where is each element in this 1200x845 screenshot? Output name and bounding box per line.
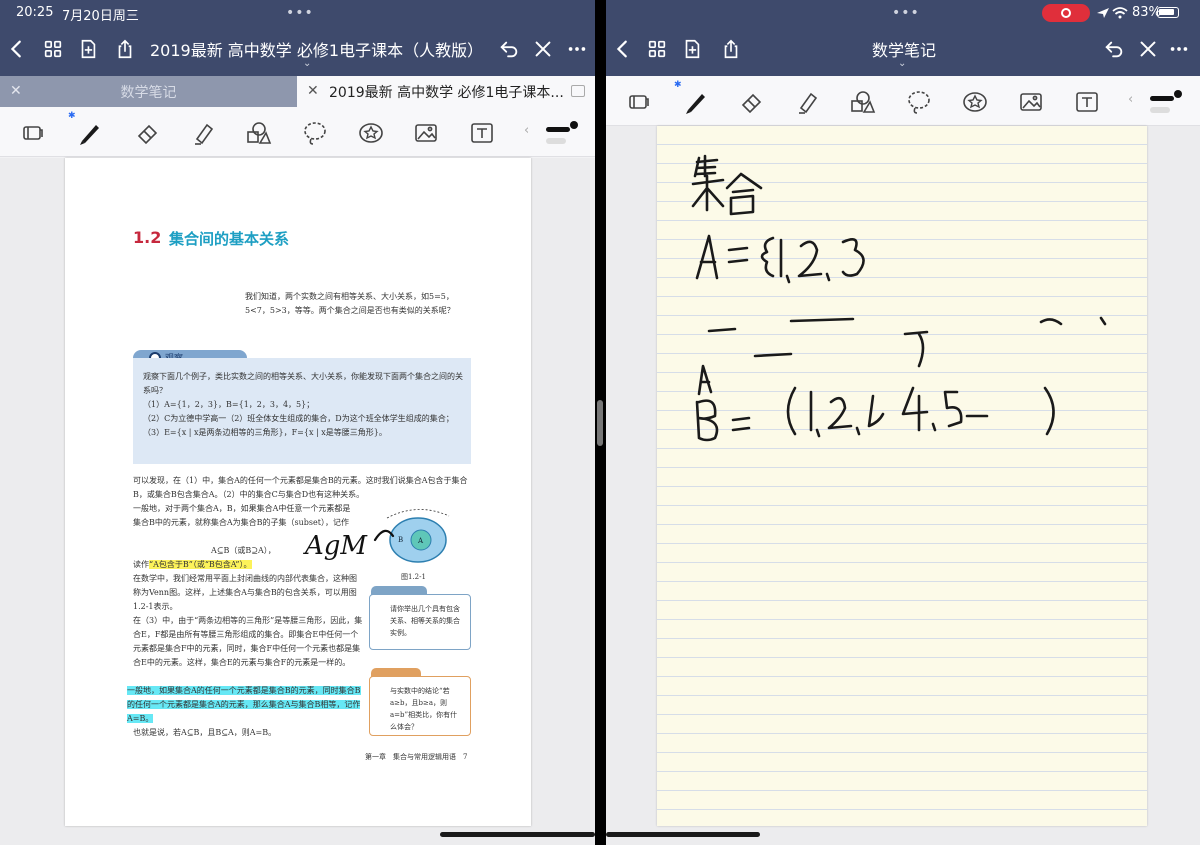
lasso-icon[interactable]	[300, 119, 330, 147]
section-title: 集合间的基本关系	[169, 230, 290, 248]
left-tool-bar: ✱ ‹	[0, 107, 595, 157]
observe-line: （1）A={1，2，3}，B={1，2，3，4，5}；	[143, 400, 315, 409]
eraser-icon[interactable]	[737, 88, 767, 116]
more-icon[interactable]	[564, 36, 590, 62]
observe-line: （2）C为立德中学高一（2）班全体女生组成的集合，D为这个班全体学生组成的集合；	[143, 414, 454, 423]
tab-split-icon[interactable]	[571, 85, 585, 97]
side-note-box: 与实数中的结论“若a≥b，且b≥a，则a=b”相类比，你有什么体会？	[369, 676, 471, 736]
observe-text: 观察下面几个例子，类比实数之间的相等关系、大小关系，你能发现下面两个集合之间的关…	[143, 370, 465, 440]
page-view-icon[interactable]	[624, 88, 654, 116]
right-navbar: ••• 83% 数学笔记 ⌄	[606, 0, 1200, 76]
section-number: 1.2	[133, 228, 162, 247]
subset-formula: A⊆B（或B⊇A），	[211, 546, 276, 555]
textbook-page[interactable]: 1.2 集合间的基本关系 我们知道，两个实数之间有相等关系、大小关系，如5=5，…	[65, 158, 531, 826]
wifi-icon	[1112, 7, 1128, 19]
location-icon	[1097, 8, 1109, 18]
split-grip-icon[interactable]	[597, 400, 603, 446]
equality-highlight: 一般地，如果集合A的任何一个元素都是集合B的元素，同时集合B的任何一个元素都是集…	[127, 686, 361, 723]
title-chevron-down-icon[interactable]: ⌄	[303, 58, 311, 69]
right-tool-bar: ✱ ‹	[606, 76, 1200, 126]
handwritten-strokes[interactable]	[657, 126, 1147, 466]
close-icon[interactable]	[530, 36, 556, 62]
undo-icon[interactable]	[496, 36, 522, 62]
battery-fill	[1159, 9, 1174, 15]
chevron-left-icon[interactable]: ‹	[524, 123, 529, 138]
page-view-icon[interactable]	[18, 119, 48, 147]
pen-icon[interactable]	[75, 119, 105, 147]
observe-line: （3）E={x | x是两条边相等的三角形}，F={x | x是等腰三角形}。	[143, 428, 387, 437]
grid-icon[interactable]	[644, 36, 670, 62]
undo-icon[interactable]	[1101, 36, 1127, 62]
tab-close-icon[interactable]: ✕	[307, 83, 319, 99]
lasso-icon[interactable]	[904, 88, 934, 116]
document-title[interactable]: 2019最新 高中数学 必修1电子课本（人教版）	[150, 37, 483, 61]
paragraph-3: 在数学中，我们经常用平面上封闭曲线的内部代表集合，这种图称为Venn图。这样，上…	[133, 574, 357, 611]
image-icon[interactable]	[411, 119, 441, 147]
add-page-icon[interactable]	[75, 36, 101, 62]
paragraph-1: 可以发现，在（1）中，集合A的任何一个元素都是集合B的元素。这时我们说集合A包含…	[133, 476, 468, 499]
multitask-dots-icon[interactable]: •••	[892, 5, 920, 21]
grid-icon[interactable]	[40, 36, 66, 62]
status-bar: ••• 83%	[606, 0, 1200, 26]
record-dot	[1061, 8, 1071, 18]
right-pane: ••• 83% 数学笔记 ⌄ ✱ ‹	[606, 0, 1200, 845]
left-navbar: 20:25 7月20日周三 ••• 2019最新 高中数学 必修1电子课本（人教…	[0, 0, 595, 76]
read-as-prefix: 读作	[133, 560, 149, 569]
split-divider[interactable]	[595, 0, 606, 845]
highlighter-icon[interactable]	[792, 88, 822, 116]
share-icon[interactable]	[718, 36, 744, 62]
tab-label: 2019最新 高中数学 必修1电子课本...	[329, 84, 564, 101]
multitask-dots-icon[interactable]: •••	[286, 5, 314, 21]
pen-color-swatch[interactable]	[1150, 88, 1186, 116]
side-note-box: 请你举出几个具有包含关系、相等关系的集合实例。	[369, 594, 471, 650]
side-note-text: 请你举出几个具有包含关系、相等关系的集合实例。	[390, 605, 460, 637]
close-icon[interactable]	[1135, 36, 1161, 62]
status-bar: 20:25 7月20日周三 •••	[0, 0, 595, 26]
intro-text: 我们知道，两个实数之间有相等关系、大小关系，如5=5，5<7，5>3，等等。两个…	[245, 292, 455, 315]
add-page-icon[interactable]	[679, 36, 705, 62]
tab-textbook[interactable]: ✕ 2019最新 高中数学 必修1电子课本...	[297, 76, 595, 107]
status-time: 20:25	[16, 5, 54, 20]
screen-record-icon[interactable]	[1042, 4, 1090, 22]
eraser-icon[interactable]	[133, 119, 163, 147]
share-icon[interactable]	[112, 36, 138, 62]
shapes-icon[interactable]	[243, 119, 273, 147]
side-note-text: 与实数中的结论“若a≥b，且b≥a，则a=b”相类比，你有什么体会？	[390, 687, 458, 731]
handwritten-annotation[interactable]: AgM	[297, 514, 407, 564]
observe-line: 观察下面几个例子，类比实数之间的相等关系、大小关系，你能发现下面两个集合之间的关…	[143, 372, 463, 395]
battery-icon	[1157, 7, 1179, 18]
home-indicator[interactable]	[440, 832, 595, 837]
chevron-left-icon[interactable]: ‹	[1128, 92, 1133, 107]
shapes-icon[interactable]	[847, 88, 877, 116]
venn-label-a: A	[417, 537, 424, 545]
status-date: 7月20日周三	[62, 9, 139, 24]
tab-bar: ✕ 数学笔记 ✕ 2019最新 高中数学 必修1电子课本...	[0, 76, 595, 107]
pen-icon[interactable]	[681, 88, 711, 116]
text-icon[interactable]	[467, 119, 497, 147]
read-as-highlight: “A包含于B”（或“B包含A”）。	[149, 560, 252, 569]
handwriting-text: AgM	[303, 531, 368, 561]
highlighter-icon[interactable]	[188, 119, 218, 147]
image-icon[interactable]	[1016, 88, 1046, 116]
text-icon[interactable]	[1072, 88, 1102, 116]
tab-label: 数学笔记	[120, 84, 177, 101]
home-indicator[interactable]	[606, 832, 760, 837]
more-icon[interactable]	[1166, 36, 1192, 62]
sticker-icon[interactable]	[960, 88, 990, 116]
paragraph-6: 也就是说，若A⊆B，且B⊆A，则A=B。	[133, 728, 277, 737]
back-icon[interactable]	[4, 36, 30, 62]
paragraph-5: 一般地，如果集合A的任何一个元素都是集合B的元素，同时集合B的任何一个元素都是集…	[127, 684, 363, 726]
paragraph-4: 在（3）中，由于“两条边相等的三角形”是等腰三角形，因此，集合E，F都是由所有等…	[133, 616, 363, 667]
figure-caption: 图1.2-1	[401, 573, 426, 581]
left-pane: 20:25 7月20日周三 ••• 2019最新 高中数学 必修1电子课本（人教…	[0, 0, 595, 845]
sticker-icon[interactable]	[356, 119, 386, 147]
tab-close-icon[interactable]: ✕	[10, 83, 22, 99]
tab-math-notes[interactable]: ✕ 数学笔记	[0, 76, 297, 107]
title-chevron-down-icon[interactable]: ⌄	[898, 58, 906, 69]
page-footer: 第一章 集合与常用逻辑用语 7	[365, 753, 468, 761]
pen-color-swatch[interactable]	[546, 119, 582, 147]
note-page[interactable]	[657, 126, 1147, 826]
back-icon[interactable]	[610, 36, 636, 62]
